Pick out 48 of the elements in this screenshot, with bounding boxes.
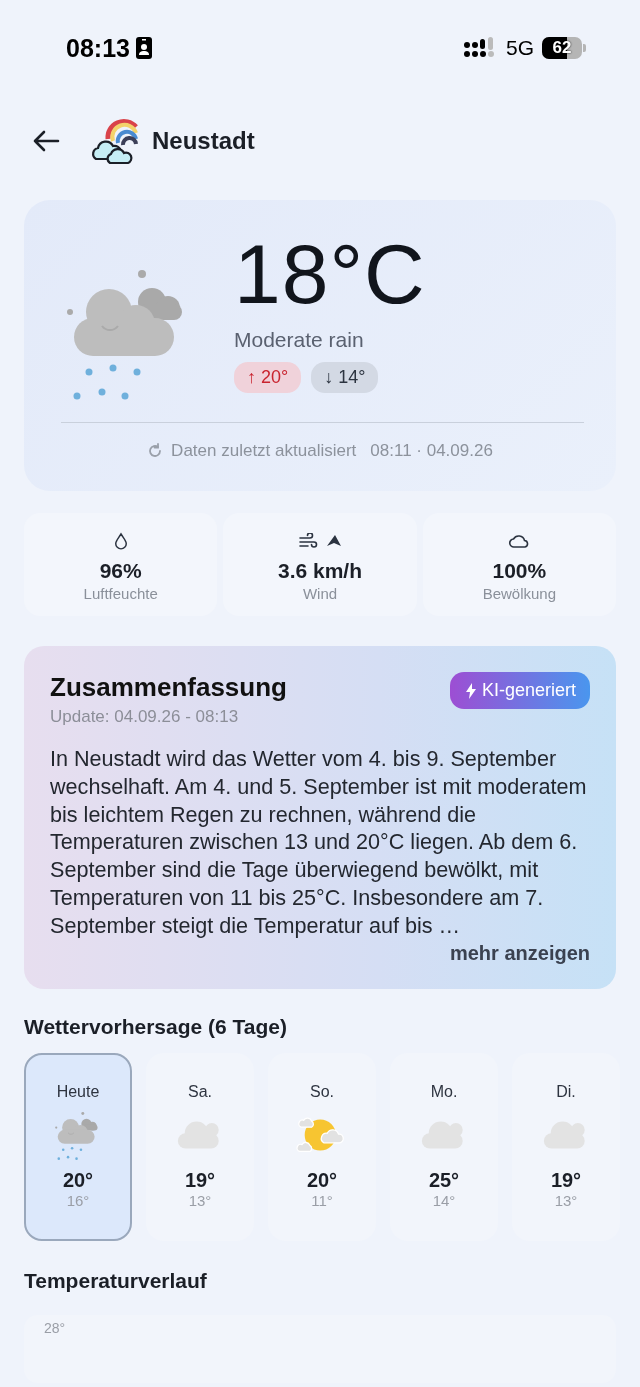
- day-label: Mo.: [430, 1082, 458, 1101]
- high-temperature: 20°: [62, 1168, 94, 1192]
- stat-label: Luftfeuchte: [83, 585, 158, 602]
- stat-value: 100%: [492, 559, 547, 583]
- id-card-icon: [135, 37, 152, 59]
- stat-label: Bewölkung: [482, 585, 556, 602]
- stat-value: 96%: [99, 559, 142, 583]
- rainbow-cloud-icon: [90, 117, 138, 165]
- updated-label: Daten zuletzt aktualisiert: [171, 441, 357, 461]
- wind-direction-icon: [326, 534, 342, 548]
- high-temperature: 19°: [550, 1168, 582, 1192]
- axis-label: 28°: [44, 1319, 66, 1336]
- refresh-icon: [147, 443, 164, 459]
- updated-time: 08:11 · 04.09.26: [370, 441, 493, 461]
- low-temperature: 14°: [432, 1191, 456, 1209]
- stat-value: 3.6 km/h: [277, 559, 362, 583]
- section-title: Temperaturverlauf: [24, 1268, 208, 1293]
- high-temperature-badge: ↑ 20°: [234, 362, 302, 393]
- day-label: Heute: [56, 1082, 100, 1101]
- network-label: 5G: [506, 36, 534, 60]
- section-title: Wettervorhersage (6 Tage): [24, 1014, 288, 1039]
- water-drop-icon: [113, 532, 128, 550]
- clock-time: 08:13: [66, 33, 130, 63]
- high-temperature: 19°: [184, 1168, 216, 1192]
- low-temperature: 16°: [66, 1191, 90, 1209]
- summary-title: Zusammenfassung: [50, 672, 287, 703]
- summary-paragraph: In Neustadt wird das Wetter vom 4. bis 9. September wechselhaft. Am 4. und 5. September ist mit moderatem bis leichtem Regen zu rechnen, während die Temperaturen zwischen 13 und 20°C liegen. Ab dem 6. September sind die Tage überwiegend bewölkt, mit Temperaturen von 11 bis 25°C. Insbesondere am 7. September steigt die Temperatur auf bis …: [50, 745, 588, 940]
- city-name: Neustadt: [152, 127, 255, 155]
- current-temperature: 18°C: [234, 226, 426, 322]
- day-label: So.: [310, 1082, 334, 1101]
- low-temperature: 13°: [554, 1191, 578, 1209]
- low-temperature-badge: ↓ 14°: [311, 362, 379, 393]
- high-temperature: 25°: [428, 1168, 460, 1192]
- day-forecast-card[interactable]: Heute 20° 16°: [24, 1052, 132, 1241]
- stat-label: Wind: [302, 585, 338, 602]
- summary-update-time: Update: 04.09.26 - 08:13: [50, 707, 240, 727]
- wind-icon: [298, 533, 318, 549]
- high-temperature: 20°: [306, 1168, 338, 1192]
- back-arrow-icon: [32, 129, 60, 153]
- show-more-link[interactable]: mehr anzeigen: [449, 941, 590, 965]
- low-temperature: 13°: [188, 1191, 212, 1209]
- day-label: Di.: [556, 1082, 576, 1101]
- cloud-icon: [508, 533, 531, 549]
- weather-condition: Moderate rain: [234, 328, 365, 352]
- lightning-icon: [465, 682, 476, 699]
- day-label: Sa.: [188, 1082, 212, 1101]
- ai-generated-badge: KI-generiert: [449, 672, 590, 709]
- low-temperature: 11°: [311, 1191, 333, 1209]
